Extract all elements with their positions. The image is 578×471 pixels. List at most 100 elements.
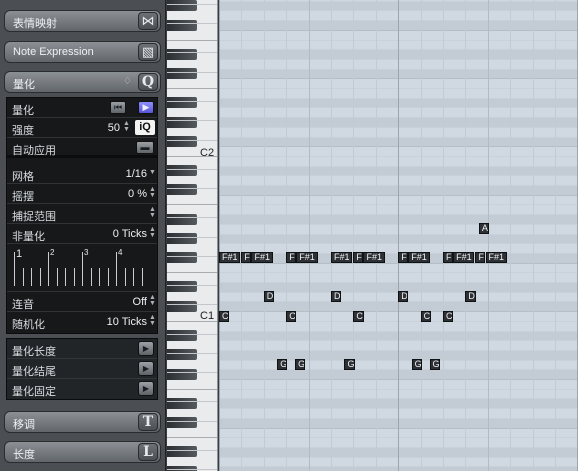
strength-value[interactable]: 50 <box>108 122 120 134</box>
white-key-divider <box>167 372 217 374</box>
midi-note[interactable]: F#1 <box>363 252 385 264</box>
swing-value[interactable]: 0 % <box>128 188 147 200</box>
midi-note[interactable]: F#1 <box>219 252 241 264</box>
expression-map-icon[interactable]: ⋈ <box>138 12 158 30</box>
black-key[interactable] <box>167 446 197 458</box>
grid-line <box>443 0 444 471</box>
grid-line <box>263 0 265 471</box>
black-key[interactable] <box>167 397 197 409</box>
iq-toggle-button[interactable]: iQ <box>135 120 155 135</box>
midi-note[interactable]: C <box>443 310 454 322</box>
transpose-section-header[interactable]: 移调 T <box>4 411 161 433</box>
black-key[interactable] <box>167 184 197 196</box>
midi-note[interactable]: G <box>429 359 440 370</box>
quantize-ends-button[interactable]: ▶ <box>138 361 154 376</box>
midi-note[interactable]: G <box>277 359 288 370</box>
grid-line <box>487 0 489 471</box>
midi-note[interactable]: C <box>353 310 364 322</box>
black-key[interactable] <box>167 252 197 264</box>
midi-note[interactable]: D <box>331 291 342 303</box>
black-key[interactable] <box>167 281 197 293</box>
midi-note[interactable]: F <box>286 252 297 264</box>
white-key-divider <box>167 39 217 41</box>
note-expression-icon[interactable]: ▧ <box>138 43 158 61</box>
midi-note[interactable]: F <box>475 252 486 264</box>
tuplet-stepper[interactable]: ▲ ▼ <box>149 294 156 307</box>
catch-range-stepper[interactable]: ▲ ▼ <box>149 206 156 219</box>
quantize-lane-display[interactable]: 1 2 3 4 <box>7 244 157 292</box>
quantize-length-button[interactable]: ▶ <box>138 341 154 356</box>
black-key[interactable] <box>167 68 197 79</box>
midi-note[interactable]: A <box>478 223 490 235</box>
black-key[interactable] <box>167 97 197 109</box>
randomize-row[interactable]: 随机化 10 Ticks ▲ ▼ <box>7 312 157 332</box>
quantize-grid-tick <box>141 268 143 286</box>
randomize-stepper[interactable]: ▲ ▼ <box>149 314 156 327</box>
midi-note[interactable]: D <box>398 291 409 303</box>
black-key[interactable] <box>167 232 197 244</box>
quantize-section-header[interactable]: 量化 ♢ Q <box>4 71 161 93</box>
black-key[interactable] <box>167 0 197 12</box>
swing-row[interactable]: 摇摆 0 % ▲ ▼ <box>7 184 157 204</box>
black-key[interactable] <box>167 19 197 31</box>
transpose-t-icon[interactable]: T <box>138 413 158 431</box>
midi-note[interactable]: F#1 <box>408 252 430 264</box>
tuplet-value[interactable]: Off <box>133 296 147 308</box>
pin-icon[interactable]: ♢ <box>123 76 132 87</box>
piano-keyboard[interactable]: C2 C1 <box>167 0 218 471</box>
midi-note[interactable]: C <box>420 310 431 322</box>
length-l-icon[interactable]: L <box>138 443 158 461</box>
midi-note[interactable]: C <box>286 310 297 322</box>
length-section-header[interactable]: 长度 L <box>4 441 161 463</box>
black-key[interactable] <box>167 300 197 312</box>
black-key[interactable] <box>167 329 197 341</box>
quantize-q-icon[interactable]: Q <box>138 73 158 91</box>
catch-range-row[interactable]: 捕捉范围 ▲ ▼ <box>7 204 157 224</box>
key-editor-note-grid[interactable]: F#1 F F#1 F F#1 F#1 F F#1 F F#1 F F#1 F F#1 D D D D C C C C C G… <box>219 0 578 471</box>
midi-note[interactable]: F#1 <box>296 252 318 264</box>
midi-note[interactable]: D <box>465 291 476 303</box>
black-key[interactable] <box>167 165 197 176</box>
midi-note[interactable]: C <box>219 310 230 322</box>
swing-stepper[interactable]: ▲ ▼ <box>149 186 156 199</box>
non-quantize-row[interactable]: 非量化 0 Ticks ▲ ▼ <box>7 224 157 244</box>
non-quantize-stepper[interactable]: ▲ ▼ <box>149 226 156 239</box>
grid-line <box>308 0 310 471</box>
note-expression-section-header[interactable]: Note Expression ▧ <box>4 41 161 63</box>
grid-value[interactable]: 1/16 <box>126 168 147 180</box>
midi-note[interactable]: F <box>353 252 364 264</box>
apply-quantize-button[interactable]: ▶ <box>138 101 154 114</box>
midi-note[interactable]: F <box>241 252 252 264</box>
black-key[interactable] <box>167 135 197 147</box>
reset-quantize-button[interactable]: ⏮ <box>110 101 126 114</box>
black-key[interactable] <box>167 417 197 429</box>
midi-note[interactable]: G <box>295 359 306 370</box>
strength-stepper[interactable]: ▲ ▼ <box>123 120 130 133</box>
midi-note[interactable]: F <box>443 252 453 264</box>
midi-note[interactable]: G <box>344 359 355 370</box>
freeze-quantize-button[interactable]: ▶ <box>138 381 154 396</box>
white-key-divider <box>167 23 217 25</box>
quantize-grid-lane[interactable]: 1 2 3 4 <box>12 248 152 288</box>
tuplet-row[interactable]: 连音 Off ▲ ▼ <box>7 292 157 312</box>
auto-apply-toggle[interactable]: ▬ <box>136 141 154 154</box>
midi-note[interactable]: F#1 <box>331 252 353 264</box>
midi-note[interactable]: F#1 <box>485 252 507 264</box>
tuplet-label: 连音 <box>12 299 34 311</box>
midi-note[interactable]: F <box>398 252 409 264</box>
black-key[interactable] <box>167 368 197 380</box>
non-quantize-value[interactable]: 0 Ticks <box>113 228 147 240</box>
expression-map-section-header[interactable]: 表情映射 ⋈ <box>4 10 161 32</box>
grid-row[interactable]: 网格 1/16 ▼ <box>7 164 157 184</box>
randomize-value[interactable]: 10 Ticks <box>107 316 147 328</box>
midi-note[interactable]: G <box>411 359 422 370</box>
black-key[interactable] <box>167 213 197 225</box>
midi-note[interactable]: D <box>263 291 274 303</box>
midi-note[interactable]: F#1 <box>251 252 273 264</box>
black-key[interactable] <box>167 48 197 60</box>
white-key-divider <box>167 320 217 322</box>
black-key[interactable] <box>167 116 197 128</box>
midi-note[interactable]: F#1 <box>453 252 475 264</box>
grid-dropdown-icon[interactable]: ▼ <box>149 169 156 176</box>
black-key[interactable] <box>167 349 197 361</box>
